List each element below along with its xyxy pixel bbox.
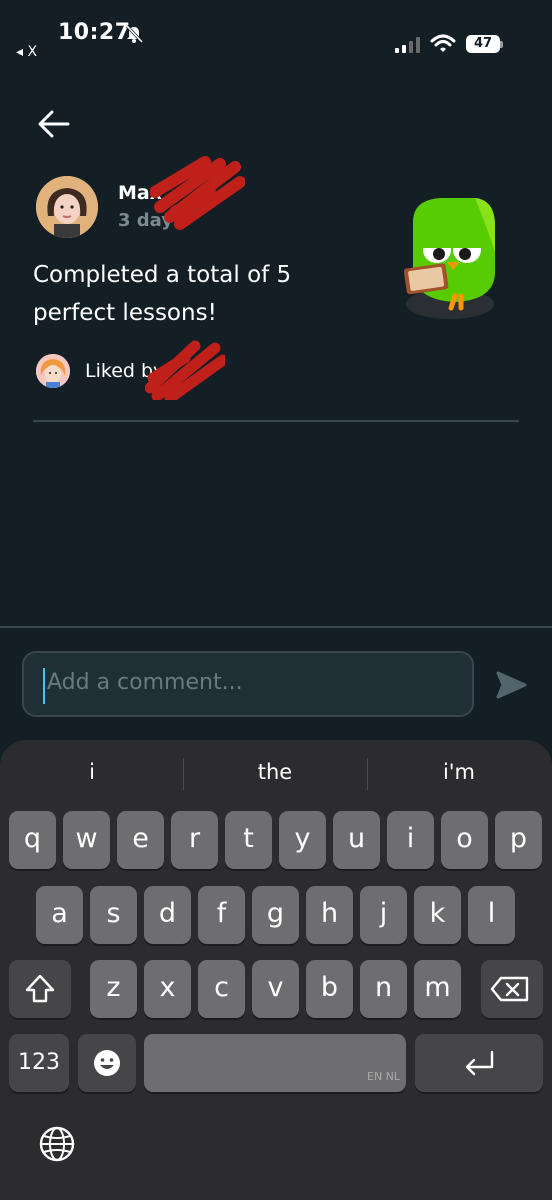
key-r[interactable]: r	[171, 811, 218, 869]
status-time: 10:27	[58, 20, 131, 45]
return-key[interactable]	[415, 1034, 543, 1092]
send-icon[interactable]	[494, 668, 528, 702]
key-a[interactable]: a	[36, 886, 83, 944]
back-to-app-link[interactable]: ◂ X	[16, 44, 37, 60]
numbers-key[interactable]: 123	[9, 1034, 69, 1092]
shift-key[interactable]	[9, 960, 71, 1018]
key-y[interactable]: y	[279, 811, 326, 869]
space-key[interactable]	[144, 1034, 406, 1092]
space-locale-label: EN NL	[367, 1070, 401, 1083]
text-cursor	[43, 668, 45, 704]
signal-icon	[395, 37, 420, 53]
post-text: Completed a total of 5 perfect lessons!	[33, 262, 292, 326]
key-v[interactable]: v	[252, 960, 299, 1018]
suggestion-separator	[367, 758, 368, 790]
key-e[interactable]: e	[117, 811, 164, 869]
key-i[interactable]: i	[387, 811, 434, 869]
emoji-key[interactable]	[78, 1034, 136, 1092]
return-icon	[465, 1050, 494, 1076]
key-u[interactable]: u	[333, 811, 380, 869]
suggestion-3[interactable]: i'm	[389, 760, 529, 784]
key-c[interactable]: c	[198, 960, 245, 1018]
key-d[interactable]: d	[144, 886, 191, 944]
key-q[interactable]: q	[9, 811, 56, 869]
key-j[interactable]: j	[360, 886, 407, 944]
suggestion-2[interactable]: the	[205, 760, 345, 784]
backspace-key[interactable]	[481, 960, 543, 1018]
key-l[interactable]: l	[468, 886, 515, 944]
key-t[interactable]: t	[225, 811, 272, 869]
battery-indicator: 47	[466, 35, 500, 53]
key-k[interactable]: k	[414, 886, 461, 944]
key-n[interactable]: n	[360, 960, 407, 1018]
key-s[interactable]: s	[90, 886, 137, 944]
redaction-scribble	[145, 340, 225, 400]
key-h[interactable]: h	[306, 886, 353, 944]
backspace-icon	[490, 976, 529, 1002]
suggestion-1[interactable]: i	[22, 760, 162, 784]
avatar[interactable]	[36, 176, 98, 238]
key-p[interactable]: p	[495, 811, 542, 869]
shift-icon	[25, 974, 55, 1003]
key-m[interactable]: m	[414, 960, 461, 1018]
comment-bar-divider	[0, 626, 552, 628]
owl-mascot-image	[403, 198, 495, 319]
emoji-icon	[94, 1050, 120, 1076]
key-z[interactable]: z	[90, 960, 137, 1018]
arrow-left-icon[interactable]	[36, 106, 72, 142]
post-divider	[33, 420, 519, 422]
key-o[interactable]: o	[441, 811, 488, 869]
suggestion-separator	[183, 758, 184, 790]
comment-placeholder: Add a comment...	[47, 670, 243, 695]
wifi-icon	[430, 34, 456, 52]
key-w[interactable]: w	[63, 811, 110, 869]
redaction-scribble	[150, 156, 245, 230]
liker-avatar[interactable]	[36, 354, 70, 388]
globe-icon[interactable]	[38, 1125, 76, 1163]
key-b[interactable]: b	[306, 960, 353, 1018]
key-g[interactable]: g	[252, 886, 299, 944]
key-f[interactable]: f	[198, 886, 245, 944]
key-x[interactable]: x	[144, 960, 191, 1018]
battery-tip	[500, 41, 503, 48]
bell-muted-icon	[125, 24, 144, 44]
